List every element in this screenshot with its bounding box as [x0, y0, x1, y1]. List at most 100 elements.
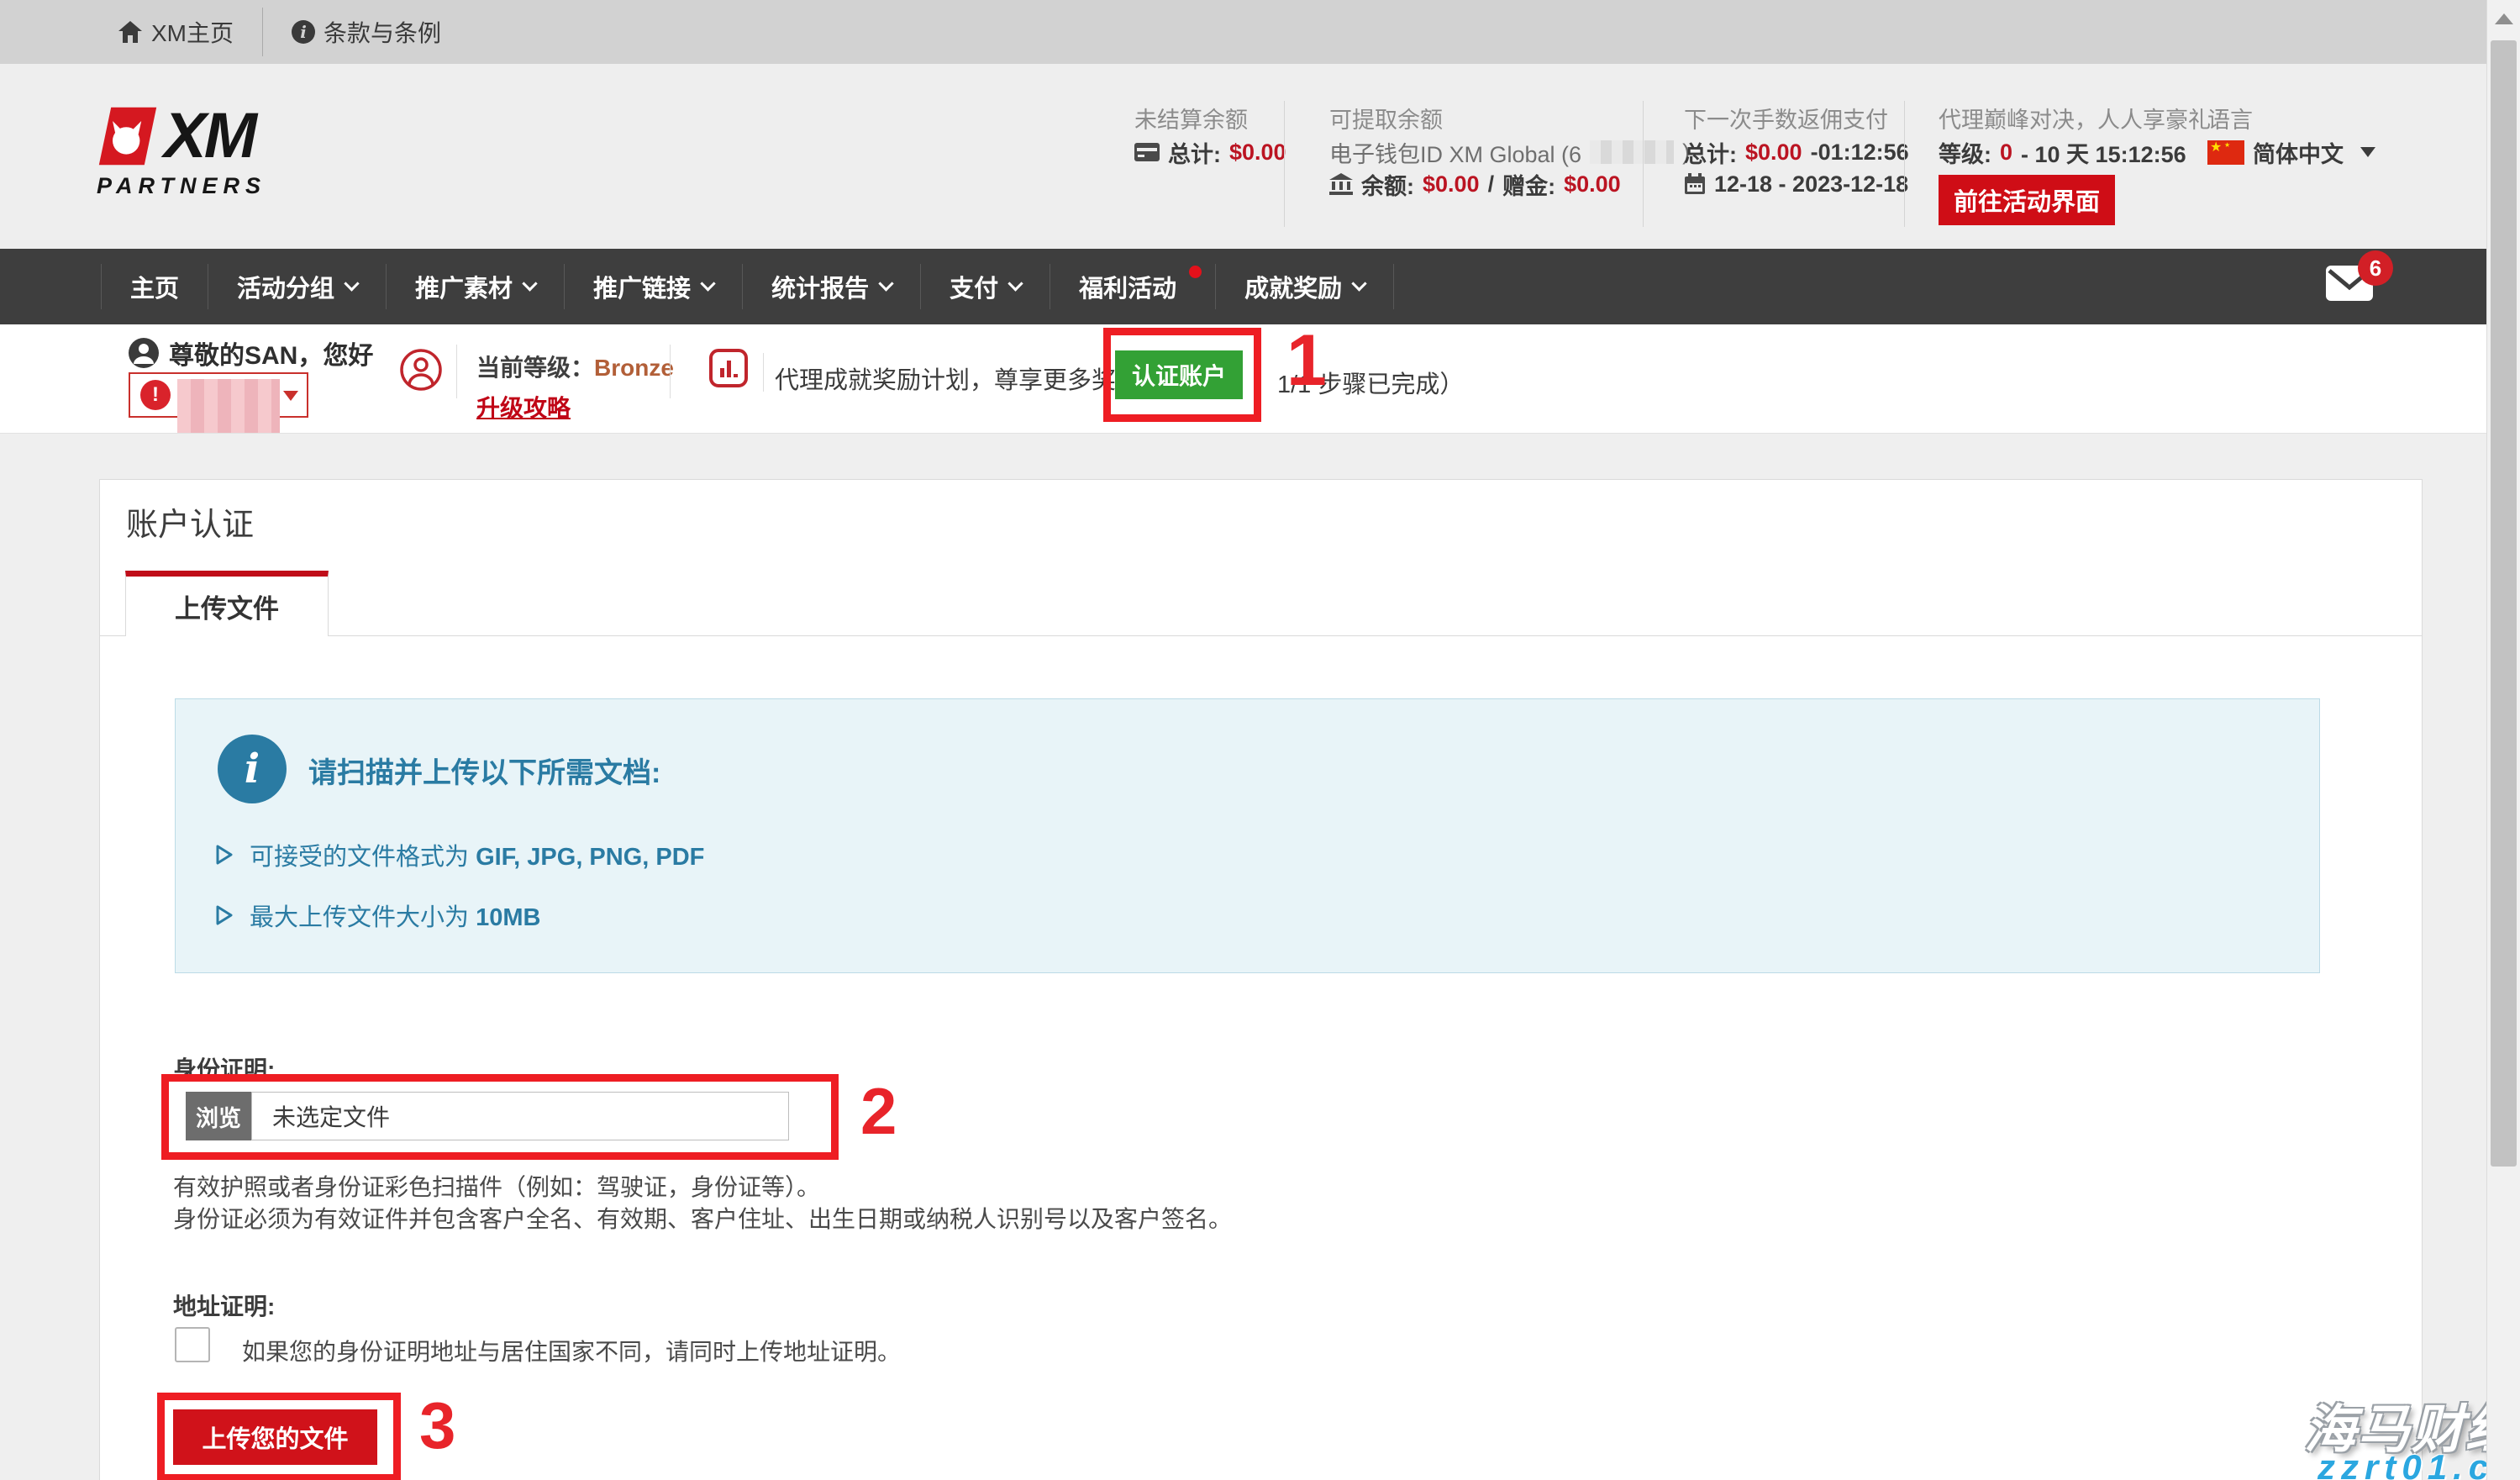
nav-payments[interactable]: 支付	[920, 264, 1050, 309]
up-arrow-icon	[2495, 13, 2513, 24]
annotation-number-2: 2	[860, 1078, 897, 1144]
id-help-line1: 有效护照或者身份证彩色扫描件（例如：驾驶证，身份证等）。	[173, 1169, 820, 1203]
xm-partners-logo[interactable]: XM PARTNERS	[97, 106, 266, 199]
infobox-title: 请扫描并上传以下所需文档:	[308, 750, 660, 791]
level-rest: - 10 天 15:12:56	[2021, 136, 2186, 169]
main-navbar: 主页 活动分组 推广素材 推广链接 统计报告 支付 福利活动 成就奖励	[0, 249, 2486, 324]
header-divider	[1904, 101, 1905, 227]
exclamation-icon: !	[140, 380, 171, 410]
id-help-line2: 身份证必须为有效证件并包含客户全名、有效期、客户住址、出生日期或纳税人识别号以及…	[173, 1201, 1232, 1235]
nav-benefits[interactable]: 福利活动	[1050, 264, 1215, 309]
home-link-label: XM主页	[151, 15, 234, 49]
chevron-down-icon	[1351, 276, 1366, 291]
nav-statistics-reports[interactable]: 统计报告	[742, 264, 920, 309]
header-divider	[1284, 101, 1285, 227]
rebate-total-value: $0.00	[1745, 140, 1802, 166]
logo-subtext: PARTNERS	[97, 173, 266, 199]
contest-label: 代理巅峰对决，人人享豪礼	[1939, 104, 2211, 136]
language-selector[interactable]: 简体中文	[2207, 136, 2375, 168]
balance-label: 余额:	[1361, 168, 1414, 201]
verify-account-button[interactable]: 认证账户	[1115, 350, 1243, 399]
file-input[interactable]: 未选定文件	[251, 1092, 789, 1140]
top-utility-bar: XM主页 i 条款与条例	[0, 0, 2486, 64]
header: XM PARTNERS 未结算余额 总计: $0.00 可提取余额 电子钱包ID…	[0, 64, 2486, 249]
level-value: 0	[2000, 140, 2012, 166]
scrollbar-thumb[interactable]	[2491, 40, 2517, 1167]
rebate-date-range: 12-18 - 2023-12-18	[1714, 171, 1908, 198]
address-proof-checkbox[interactable]	[175, 1327, 210, 1362]
balance-bonus-divider: /	[1488, 171, 1495, 198]
max-size-value: 10MB	[476, 904, 540, 931]
xm-home-link[interactable]: XM主页	[118, 15, 234, 49]
account-dropdown[interactable]: !	[129, 372, 308, 418]
rebate-total-label: 总计:	[1684, 136, 1737, 169]
accepted-formats-item: 可接受的文件格式为 GIF, JPG, PNG, PDF	[214, 837, 704, 872]
chevron-down-icon	[700, 276, 715, 291]
rebate-countdown: -01:12:56	[1811, 140, 1909, 166]
formats-value: GIF, JPG, PNG, PDF	[476, 844, 704, 871]
unsettled-balance-block: 未结算余额 总计: $0.00	[1134, 104, 1286, 168]
tabbar-line	[100, 635, 2422, 636]
annotation-number-3: 3	[419, 1393, 455, 1458]
xm-bull-icon	[97, 106, 159, 166]
upload-your-files-button[interactable]: 上传您的文件	[173, 1409, 377, 1465]
welcome-block: 尊敬的SAN，您好	[129, 334, 373, 371]
home-icon	[118, 20, 143, 44]
triangle-bullet-icon	[214, 904, 234, 926]
nav-promo-materials[interactable]: 推广素材	[386, 264, 564, 309]
next-rebate-block: 下一次手数返佣支付 总计: $0.00 -01:12:56 12-18 - 20…	[1684, 104, 1909, 200]
scrollbar-up-button[interactable]	[2487, 0, 2520, 37]
level-label: 等级:	[1939, 136, 1991, 169]
steps-completed-text: 1/1 步骤已完成）	[1277, 365, 1464, 400]
formats-text: 可接受的文件格式为	[250, 844, 476, 871]
xm-partners-page: XM主页 i 条款与条例 XM PARTNERS 未结算余额	[0, 0, 2520, 1480]
language-value: 简体中文	[2253, 136, 2344, 169]
welcome-text: 尊敬的SAN，您好	[169, 334, 373, 371]
achievement-promo-text: 代理成就奖励计划，尊享更多奖励！	[775, 361, 1165, 396]
bonus-value: $0.00	[1564, 171, 1621, 198]
info-circle-icon: i	[218, 735, 287, 803]
account-id-redacted	[177, 379, 280, 433]
notification-dot	[1189, 266, 1202, 278]
chevron-down-icon	[522, 276, 537, 291]
triangle-bullet-icon	[214, 844, 234, 866]
greet-divider	[456, 345, 457, 398]
chevron-down-icon	[344, 276, 359, 291]
chevron-down-icon	[2360, 147, 2375, 157]
terms-link[interactable]: i 条款与条例	[292, 15, 441, 49]
scrollbar	[2486, 0, 2520, 1480]
terms-link-label: 条款与条例	[324, 15, 441, 49]
nav-promo-links[interactable]: 推广链接	[564, 264, 742, 309]
messages-button[interactable]: 6	[2326, 266, 2373, 301]
header-divider	[1643, 101, 1644, 227]
current-level-value: Bronze	[594, 355, 674, 381]
address-proof-note: 如果您的身份证明地址与居住国家不同，请同时上传地址证明。	[242, 1334, 901, 1367]
messages-badge: 6	[2358, 250, 2393, 286]
user-icon	[129, 338, 159, 368]
info-icon: i	[292, 20, 315, 44]
wallet-id-redacted	[1590, 140, 1674, 164]
chevron-down-icon	[283, 391, 298, 401]
upgrade-guide-link[interactable]: 升级攻略	[476, 390, 571, 424]
card-icon	[1134, 143, 1160, 161]
go-to-activity-button[interactable]: 前往活动界面	[1939, 175, 2115, 225]
max-size-text: 最大上传文件大小为	[250, 904, 476, 931]
withdrawable-balance-block: 可提取余额 电子钱包ID XM Global (6) 余额: $0.00 / 赠…	[1329, 104, 1690, 200]
address-proof-label: 地址证明:	[173, 1288, 275, 1322]
nav-achievements[interactable]: 成就奖励	[1215, 264, 1394, 309]
chevron-down-icon	[1007, 276, 1023, 291]
max-size-item: 最大上传文件大小为 10MB	[214, 898, 540, 933]
browse-button[interactable]: 浏览	[186, 1092, 251, 1140]
language-label: 语言	[2207, 104, 2375, 136]
bank-icon	[1329, 173, 1353, 195]
greet-divider	[670, 345, 671, 398]
unsettled-total-value: $0.00	[1229, 140, 1286, 166]
unsettled-total-label: 总计:	[1168, 136, 1221, 169]
bonus-label: 赠金:	[1502, 168, 1555, 201]
topbar-divider	[262, 8, 263, 56]
tab-upload-files[interactable]: 上传文件	[125, 571, 329, 636]
nav-activity-groups[interactable]: 活动分组	[208, 264, 386, 309]
contest-block: 代理巅峰对决，人人享豪礼 等级: 0 - 10 天 15:12:56 前往活动界…	[1939, 104, 2211, 225]
nav-home[interactable]: 主页	[101, 264, 208, 309]
avatar-outline-icon	[399, 348, 443, 392]
